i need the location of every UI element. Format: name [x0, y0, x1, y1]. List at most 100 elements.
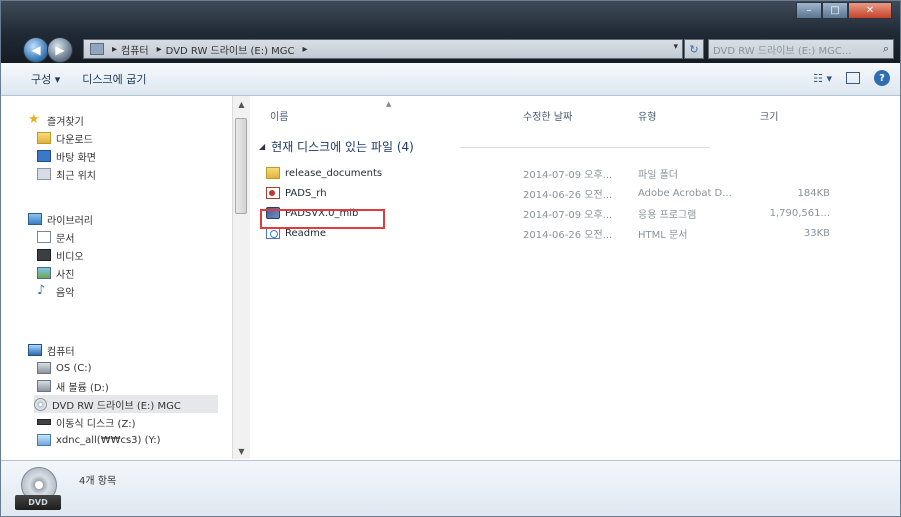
- window-controls: – □ ✕: [796, 2, 892, 19]
- nav-item-label: 새 볼륨 (D:): [56, 382, 109, 394]
- nav-favorites[interactable]: ★ 즐겨찾기: [28, 111, 84, 129]
- nav-item-pictures[interactable]: 사진: [37, 264, 74, 282]
- file-type: 응용 프로그램: [638, 209, 697, 221]
- column-header-name[interactable]: 이름: [270, 108, 288, 123]
- address-dropdown-icon[interactable]: ▾: [673, 42, 678, 52]
- breadcrumb-dvd-drive[interactable]: DVD RW 드라이브 (E:) MGC: [166, 42, 295, 57]
- file-name-cell: PADS_rh: [266, 183, 327, 203]
- file-type: 파일 폴더: [638, 169, 678, 181]
- nav-item-videos[interactable]: 비디오: [37, 246, 84, 264]
- nav-item-label: 최근 위치: [56, 170, 96, 182]
- scroll-up-icon[interactable]: ▲: [233, 96, 250, 112]
- search-placeholder: DVD RW 드라이브 (E:) MGC...: [713, 45, 852, 57]
- nav-item-label: 다운로드: [56, 134, 93, 146]
- group-label: 현재 디스크에 있는 파일 (4): [271, 140, 414, 154]
- address-bar[interactable]: ▸ 컴퓨터 ▸ DVD RW 드라이브 (E:) MGC ▸ ▾: [83, 39, 683, 59]
- nav-item-label: 바탕 화면: [56, 152, 96, 164]
- command-bar: 구성 ▾ 디스크에 굽기 ☷ ▾ ?: [1, 63, 900, 96]
- scroll-down-icon[interactable]: ▼: [233, 443, 250, 459]
- maximize-button[interactable]: □: [822, 2, 848, 19]
- nav-item-label: xdnc_all(₩₩cs3) (Y:): [56, 434, 161, 446]
- file-size: 1,790,561...: [769, 207, 830, 219]
- group-header[interactable]: ◢ 현재 디스크에 있는 파일 (4): [259, 138, 414, 155]
- file-name: release_documents: [285, 167, 383, 179]
- nav-libraries-label: 라이브러리: [47, 215, 93, 227]
- help-icon[interactable]: ?: [874, 70, 890, 86]
- file-list: 이름 ▲ 수정한 날짜 유형 크기 ◢ 현재 디스크에 있는 파일 (4) re…: [250, 96, 900, 459]
- scroll-thumb[interactable]: [235, 118, 247, 214]
- star-icon: ★: [28, 112, 40, 127]
- highlight-box: [260, 209, 385, 229]
- nav-item-label: 비디오: [56, 251, 84, 263]
- nav-item-drive-y[interactable]: xdnc_all(₩₩cs3) (Y:): [37, 431, 161, 449]
- minimize-button[interactable]: –: [796, 2, 822, 19]
- item-count: 4개 항목: [79, 476, 117, 487]
- desktop-icon: [37, 150, 51, 162]
- nav-computer[interactable]: 컴퓨터: [28, 341, 75, 359]
- navigation-pane: ★ 즐겨찾기 다운로드 바탕 화면 최근 위치 라이브러리 문서 비디오 사진 …: [1, 96, 232, 459]
- nav-libraries[interactable]: 라이브러리: [28, 210, 93, 228]
- column-header-size[interactable]: 크기: [760, 108, 778, 123]
- nav-item-drive-e[interactable]: DVD RW 드라이브 (E:) MGC: [34, 395, 218, 413]
- file-row[interactable]: release_documents 2014-07-09 오후... 파일 폴더: [250, 163, 850, 183]
- nav-item-documents[interactable]: 문서: [37, 228, 74, 246]
- libraries-icon: [28, 213, 42, 225]
- nav-item-drive-z[interactable]: 이동식 디스크 (Z:): [37, 413, 136, 431]
- burn-to-disc-button[interactable]: 디스크에 굽기: [82, 71, 146, 87]
- documents-icon: [37, 231, 51, 243]
- nav-item-label: 음악: [56, 287, 75, 299]
- folder-icon: [266, 167, 280, 179]
- collapse-group-icon[interactable]: ◢: [259, 142, 265, 151]
- file-date: 2014-06-26 오전...: [523, 189, 613, 201]
- column-header-date[interactable]: 수정한 날짜: [523, 108, 572, 123]
- back-button[interactable]: ◀: [23, 37, 49, 63]
- file-name: PADS_rh: [285, 187, 327, 199]
- file-date: 2014-06-26 오전...: [523, 229, 613, 241]
- pdf-icon: [266, 187, 280, 199]
- change-view-icon[interactable]: ☷ ▾: [813, 72, 832, 85]
- forward-button[interactable]: ▶: [47, 37, 73, 63]
- nav-item-music[interactable]: ♪ 음악: [37, 282, 74, 300]
- file-size: 184KB: [797, 187, 830, 199]
- nav-item-drive-d[interactable]: 새 볼륨 (D:): [37, 377, 109, 395]
- dvd-drive-icon: DVD: [15, 465, 61, 511]
- search-input[interactable]: DVD RW 드라이브 (E:) MGC... ⌕: [708, 39, 894, 59]
- nav-item-label: 문서: [56, 233, 75, 245]
- file-row[interactable]: PADS_rh 2014-06-26 오전... Adobe Acrobat D…: [250, 183, 850, 203]
- nav-item-desktop[interactable]: 바탕 화면: [37, 147, 96, 165]
- nav-item-drive-c[interactable]: OS (C:): [37, 359, 92, 377]
- column-header-type[interactable]: 유형: [638, 108, 656, 123]
- forward-arrow-icon: ▶: [55, 43, 65, 57]
- videos-icon: [37, 249, 51, 261]
- nav-computer-label: 컴퓨터: [47, 346, 75, 358]
- music-icon: ♪: [37, 283, 46, 298]
- file-date: 2014-07-09 오후...: [523, 209, 613, 221]
- file-date: 2014-07-09 오후...: [523, 169, 613, 181]
- explorer-window: – □ ✕ ◀ ▶ ▸ 컴퓨터 ▸ DVD RW 드라이브 (E:) MGC ▸…: [0, 0, 901, 517]
- nav-item-recent[interactable]: 최근 위치: [37, 165, 96, 183]
- dvd-badge: DVD: [15, 495, 61, 510]
- group-divider: [460, 147, 710, 148]
- file-size: 33KB: [803, 227, 830, 239]
- pictures-icon: [37, 267, 51, 279]
- file-name-cell: release_documents: [266, 163, 382, 183]
- computer-icon: [28, 344, 42, 356]
- nav-scrollbar[interactable]: ▲ ▼: [232, 96, 250, 459]
- organize-button[interactable]: 구성 ▾: [31, 71, 60, 87]
- breadcrumb-separator-icon[interactable]: ▸: [157, 44, 162, 55]
- search-icon: ⌕: [882, 42, 889, 55]
- back-arrow-icon: ◀: [31, 43, 41, 57]
- hard-drive-icon: [37, 380, 51, 392]
- nav-item-label: DVD RW 드라이브 (E:) MGC: [52, 400, 181, 412]
- breadcrumb-separator-icon[interactable]: ▸: [303, 44, 308, 55]
- nav-item-downloads[interactable]: 다운로드: [37, 129, 93, 147]
- title-bar: – □ ✕ ◀ ▶ ▸ 컴퓨터 ▸ DVD RW 드라이브 (E:) MGC ▸…: [1, 1, 900, 63]
- nav-item-label: 사진: [56, 269, 75, 281]
- preview-pane-icon[interactable]: [846, 72, 860, 84]
- refresh-icon: ↻: [689, 42, 699, 56]
- breadcrumb-computer[interactable]: 컴퓨터: [121, 42, 149, 57]
- removable-disk-icon: [37, 419, 51, 425]
- refresh-button[interactable]: ↻: [684, 39, 704, 59]
- close-button[interactable]: ✕: [848, 2, 892, 19]
- breadcrumb-separator-icon[interactable]: ▸: [112, 44, 117, 55]
